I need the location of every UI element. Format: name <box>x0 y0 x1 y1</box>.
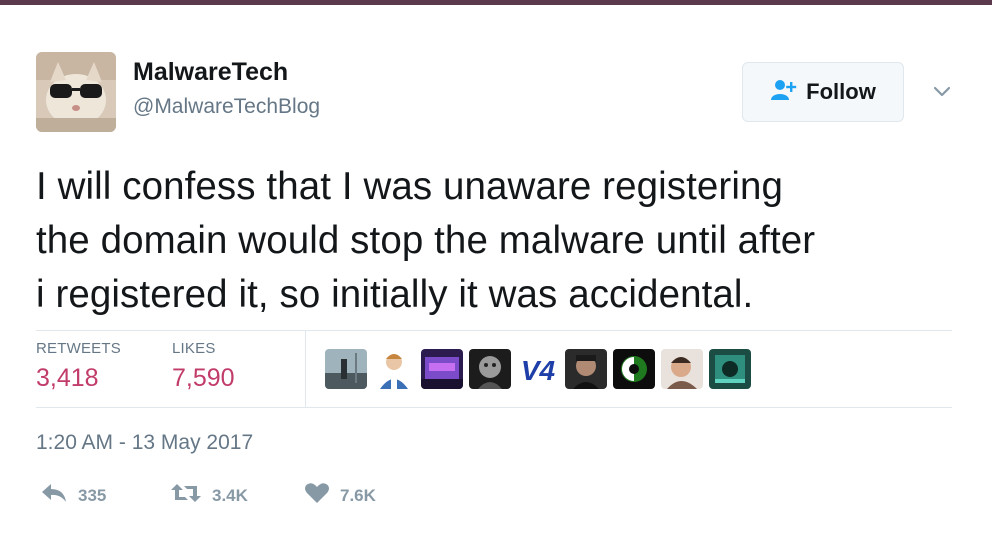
follow-label: Follow <box>806 79 876 104</box>
liker-avatar-8[interactable] <box>661 349 703 389</box>
liker-avatar-2[interactable] <box>373 349 415 389</box>
liker-avatar-4[interactable] <box>469 349 511 389</box>
retweets-label: RETWEETS <box>36 340 121 357</box>
like-count: 7.6K <box>340 485 376 505</box>
liker-avatar-1[interactable] <box>325 349 367 389</box>
tweet-timestamp[interactable]: 1:20 AM - 13 May 2017 <box>36 431 253 455</box>
divider <box>36 330 952 331</box>
tweet-line: I will confess that I was unaware regist… <box>36 165 784 208</box>
user-handle[interactable]: @MalwareTechBlog <box>133 95 320 119</box>
likes-value: 7,590 <box>172 364 235 392</box>
chevron-down-icon[interactable] <box>930 80 954 104</box>
retweets-stat[interactable]: RETWEETS 3,418 <box>36 340 121 393</box>
likes-stat[interactable]: LIKES 7,590 <box>172 340 235 393</box>
display-name[interactable]: MalwareTech <box>133 58 288 87</box>
divider <box>36 407 952 408</box>
like-button[interactable]: 7.6K <box>304 482 376 509</box>
heart-icon <box>304 482 330 509</box>
stats-divider <box>305 330 306 407</box>
liker-avatars: V4 <box>325 349 751 389</box>
retweet-button[interactable]: 3.4K <box>170 482 248 509</box>
liker-avatar-3[interactable] <box>421 349 463 389</box>
liker-avatar-9[interactable] <box>709 349 751 389</box>
top-border <box>0 0 992 5</box>
tweet-line: i registered it, so initially it was acc… <box>36 273 754 316</box>
liker-avatar-5[interactable]: V4 <box>517 349 559 389</box>
liker-avatar-5-text: V4 <box>521 355 556 386</box>
retweet-icon <box>170 482 202 509</box>
tweet-line: the domain would stop the malware until … <box>36 219 816 262</box>
liker-avatar-7[interactable] <box>613 349 655 389</box>
reply-button[interactable]: 335 <box>40 482 106 509</box>
liker-avatar-6[interactable] <box>565 349 607 389</box>
tweet-text: I will confess that I was unaware regist… <box>36 160 966 322</box>
profile-avatar[interactable] <box>36 52 116 132</box>
retweet-count: 3.4K <box>212 485 248 505</box>
follow-button[interactable]: Follow <box>742 62 904 122</box>
retweets-value: 3,418 <box>36 364 99 392</box>
likes-label: LIKES <box>172 340 216 357</box>
add-user-icon <box>770 79 798 106</box>
reply-count: 335 <box>78 485 107 505</box>
reply-icon <box>40 482 68 509</box>
